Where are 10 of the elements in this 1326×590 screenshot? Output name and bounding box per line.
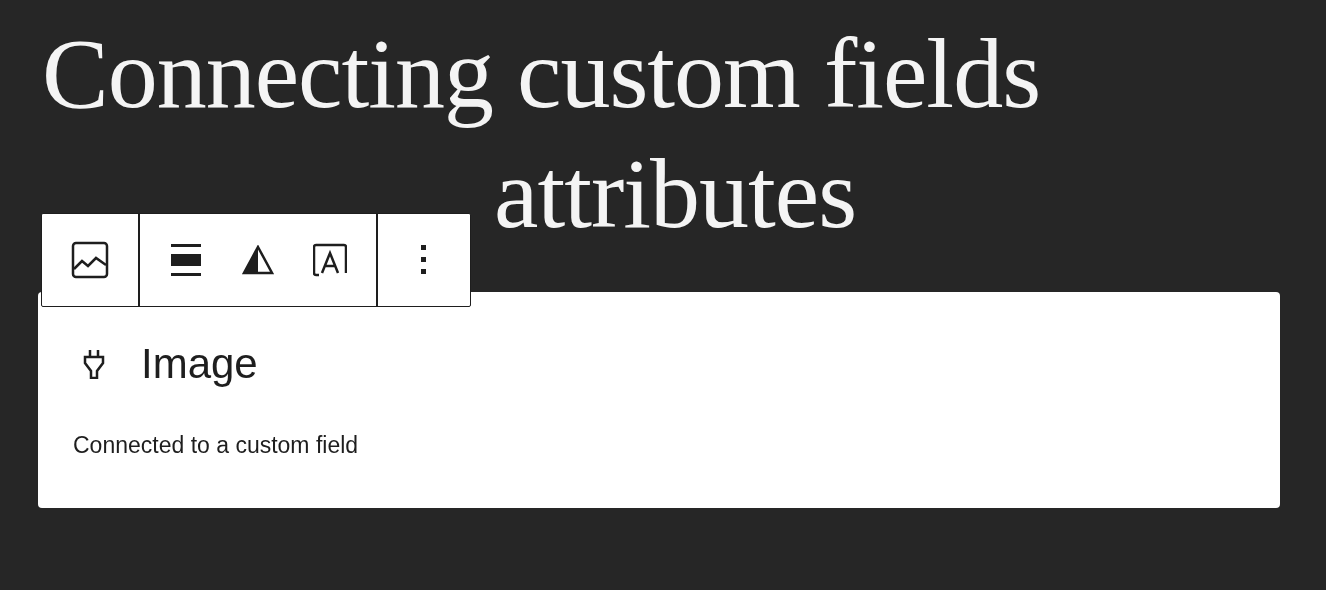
duotone-icon	[242, 245, 274, 275]
plug-icon	[83, 349, 105, 379]
align-icon	[171, 244, 201, 276]
title-line: Connecting custom fields	[42, 17, 1041, 131]
text-overlay-icon	[313, 243, 347, 277]
placeholder-title: Image	[141, 340, 258, 388]
image-icon	[71, 241, 109, 279]
title-line: attributes	[494, 137, 857, 251]
more-icon	[421, 245, 427, 275]
placeholder-note: Connected to a custom field	[73, 432, 360, 459]
